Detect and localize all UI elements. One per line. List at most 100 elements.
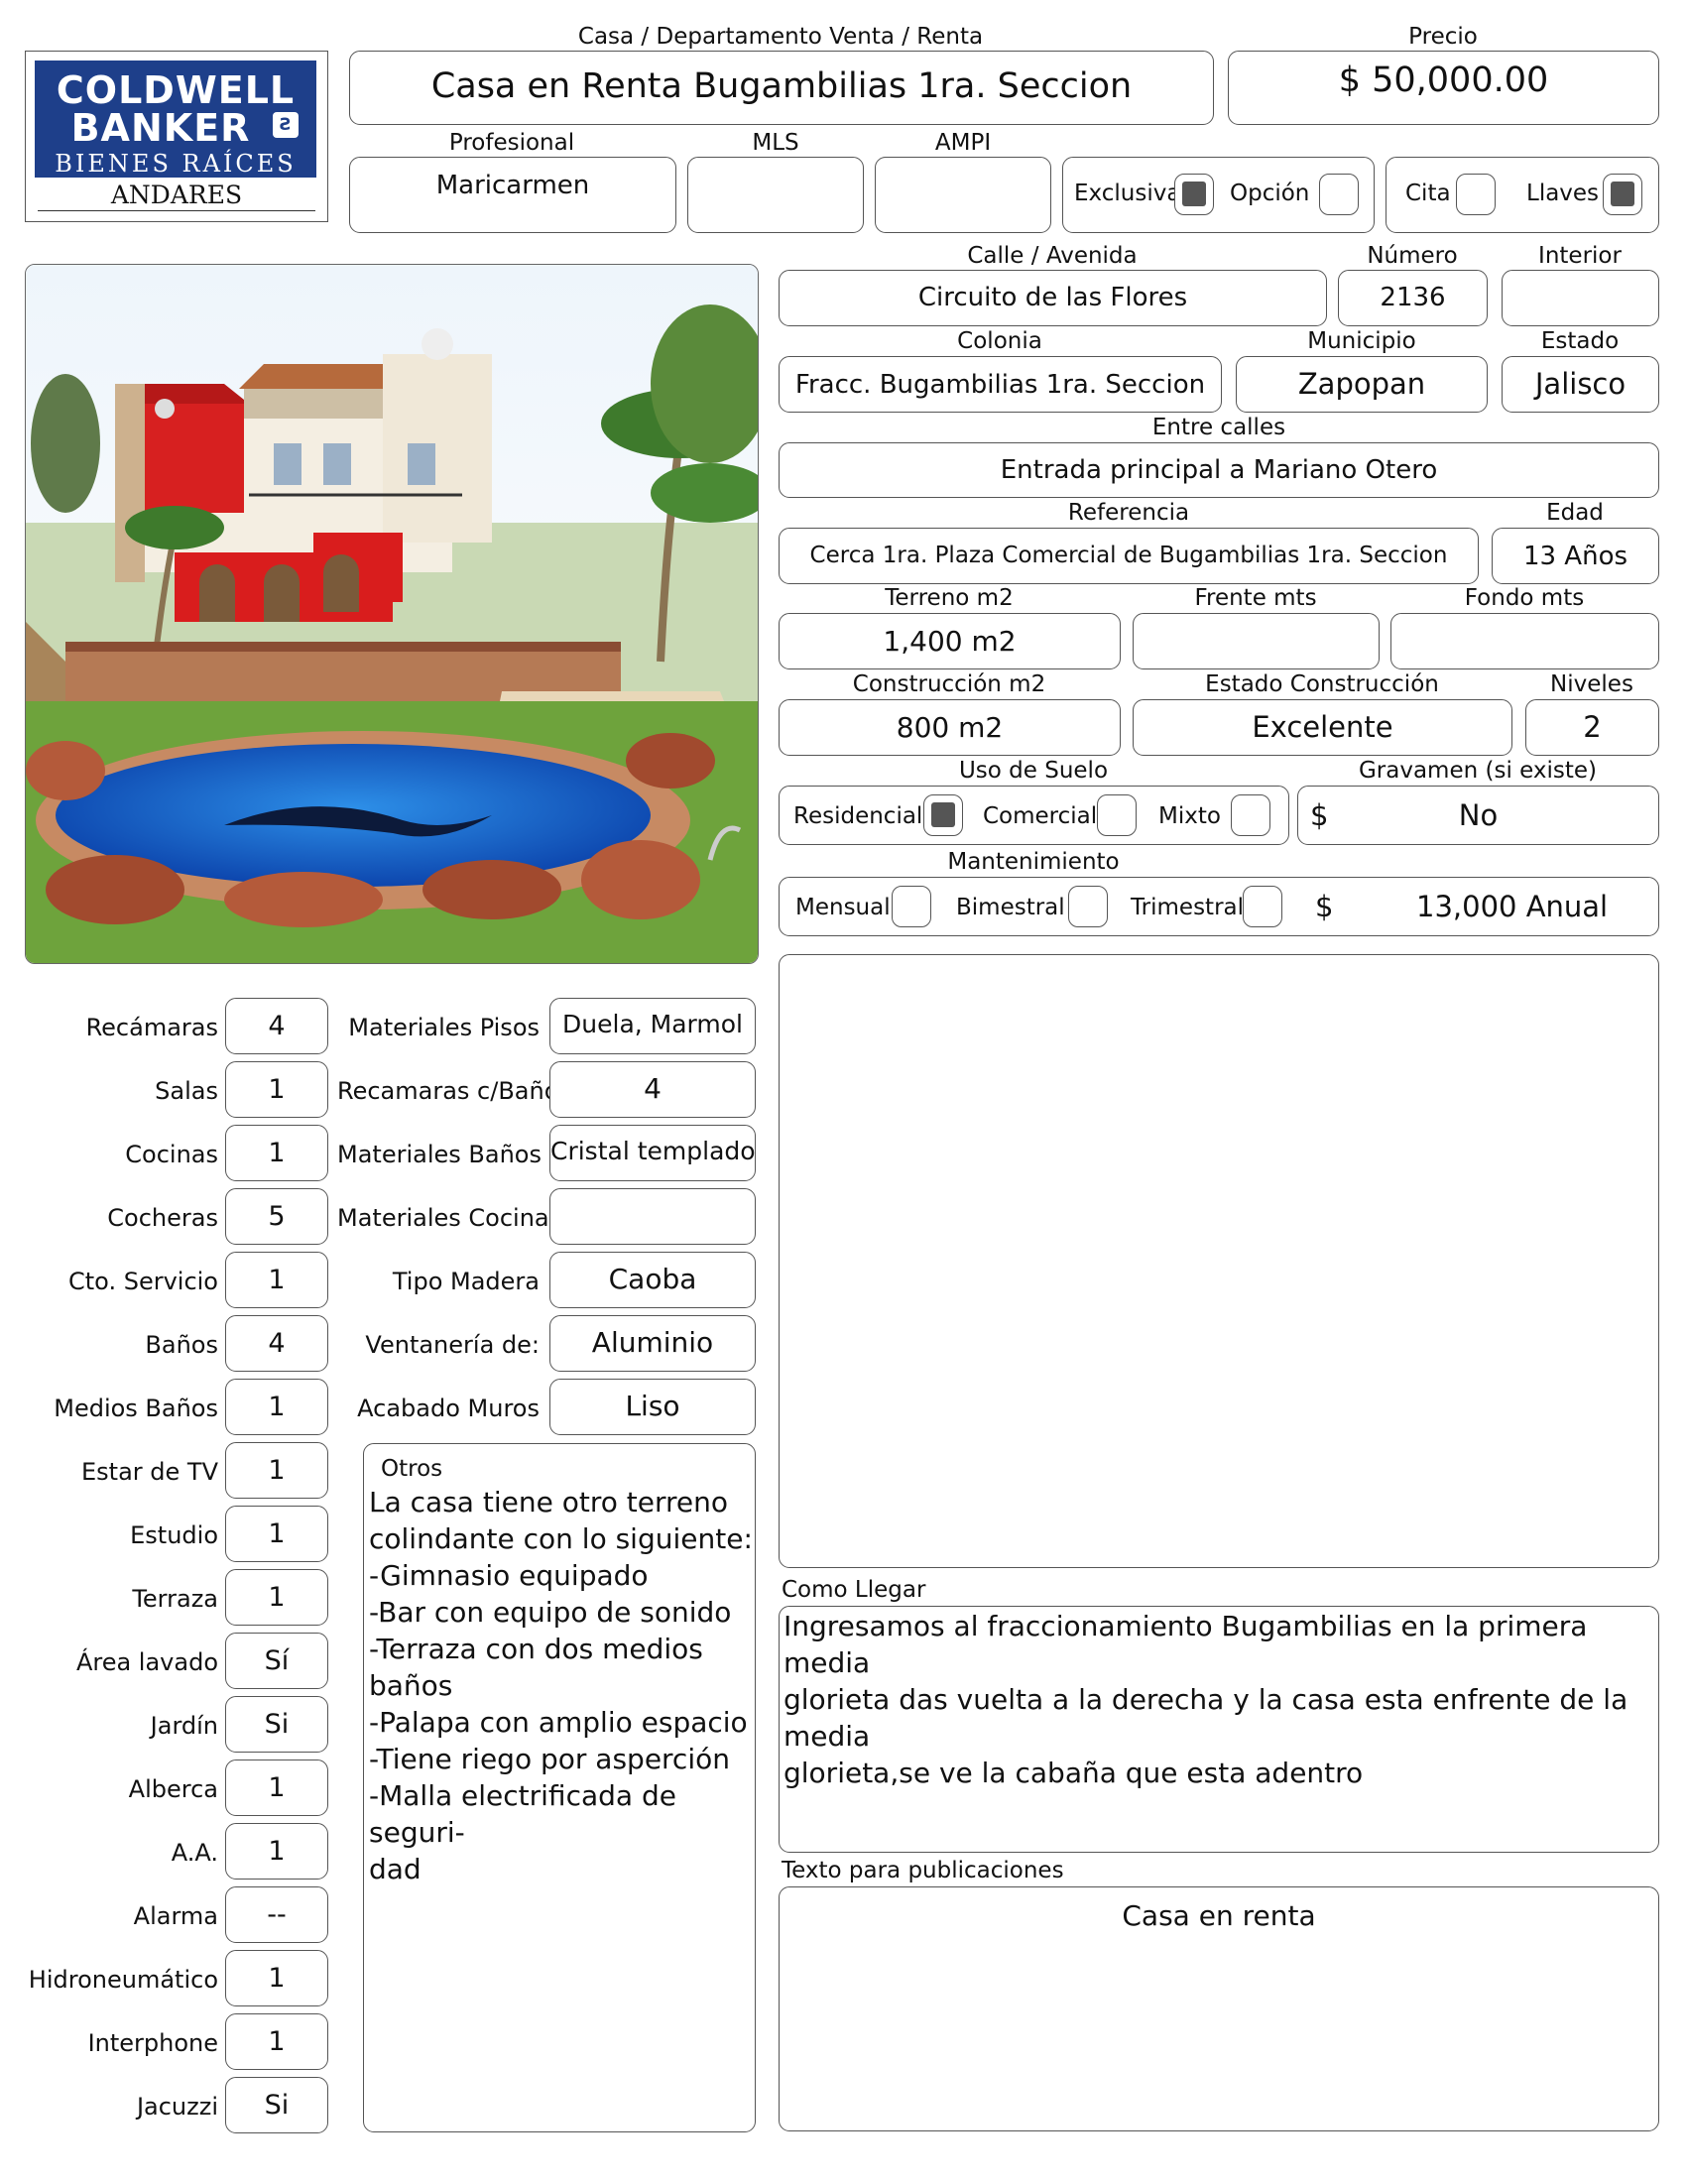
municipio-value: Zapopan <box>1297 367 1426 401</box>
calle-field[interactable]: Circuito de las Flores <box>779 270 1327 326</box>
texto-publicaciones-value: Casa en renta <box>1122 1899 1316 1932</box>
left-field-input[interactable]: 1 <box>225 1950 328 2006</box>
left-field-value: 1 <box>268 1074 286 1105</box>
left-field-label: Cocheras <box>107 1204 218 1232</box>
comercial-label: Comercial <box>983 803 1098 829</box>
left-field-value: 1 <box>268 1836 286 1867</box>
left-field-input[interactable]: Si <box>225 2077 328 2133</box>
comercial-checkbox[interactable] <box>1097 794 1137 836</box>
left-field-label: Jardín <box>150 1712 218 1740</box>
entre-calles-field[interactable]: Entrada principal a Mariano Otero <box>779 442 1659 498</box>
niveles-label: Niveles <box>1550 671 1633 697</box>
texto-publicaciones-field[interactable]: Casa en renta <box>779 1886 1659 2131</box>
frente-field[interactable] <box>1133 613 1380 669</box>
left-field-input[interactable]: 1 <box>225 1569 328 1626</box>
gravamen-field[interactable]: $ No <box>1297 786 1659 845</box>
property-photo <box>25 264 759 964</box>
construccion-value: 800 m2 <box>896 711 1004 744</box>
edad-label: Edad <box>1546 500 1604 526</box>
colonia-field[interactable]: Fracc. Bugambilias 1ra. Seccion <box>779 356 1222 413</box>
left-field-input[interactable]: 1 <box>225 1759 328 1816</box>
estado-construccion-field[interactable]: Excelente <box>1133 699 1512 756</box>
otros-label: Otros <box>381 1456 443 1482</box>
left-field-input[interactable]: 1 <box>225 1061 328 1118</box>
exclusiva-label: Exclusiva <box>1074 181 1181 206</box>
otros-value: La casa tiene otro terreno colindante co… <box>369 1486 753 1885</box>
interior-label: Interior <box>1538 243 1622 269</box>
exclusiva-checkbox[interactable] <box>1174 174 1214 215</box>
interior-field[interactable] <box>1502 270 1659 326</box>
llaves-checkbox[interactable] <box>1603 174 1642 215</box>
como-llegar-field[interactable]: Ingresamos al fraccionamiento Bugambilia… <box>779 1606 1659 1853</box>
mid-field-input[interactable] <box>549 1188 756 1245</box>
left-field-value: Si <box>264 2090 290 2121</box>
mid-field-label: Ventanería de: <box>365 1331 540 1359</box>
left-field-input[interactable]: 1 <box>225 1506 328 1562</box>
left-field-input[interactable]: 1 <box>225 1125 328 1181</box>
ampi-label: AMPI <box>934 130 992 156</box>
como-llegar-label: Como Llegar <box>782 1577 926 1603</box>
terreno-label: Terreno m2 <box>885 585 1014 611</box>
niveles-field[interactable]: 2 <box>1525 699 1659 756</box>
left-field-value: 1 <box>268 1138 286 1168</box>
left-field-input[interactable]: 1 <box>225 1823 328 1880</box>
texto-publicaciones-label: Texto para publicaciones <box>782 1858 1064 1883</box>
mid-field-label: Materiales Pisos <box>348 1014 540 1041</box>
otros-field[interactable]: Otros La casa tiene otro terreno colinda… <box>363 1443 756 2132</box>
opcion-label: Opción <box>1230 181 1310 206</box>
left-field-input[interactable]: 4 <box>225 998 328 1054</box>
profesional-value: Maricarmen <box>435 171 590 200</box>
title-field[interactable]: Casa en Renta Bugambilias 1ra. Seccion <box>349 51 1214 125</box>
mid-field-input[interactable]: Duela, Marmol <box>549 998 756 1054</box>
left-field-label: Terraza <box>132 1585 218 1613</box>
price-value: $ 50,000.00 <box>1338 61 1549 100</box>
mid-field-input[interactable]: Caoba <box>549 1252 756 1308</box>
municipio-field[interactable]: Zapopan <box>1236 356 1488 413</box>
mantenimiento-field[interactable]: Mensual Bimestral Trimestral $ 13,000 An… <box>779 877 1659 936</box>
left-field-input[interactable]: 1 <box>225 1252 328 1308</box>
price-field[interactable]: $ 50,000.00 <box>1228 51 1659 125</box>
mensual-checkbox[interactable] <box>892 886 931 927</box>
residencial-checkbox[interactable] <box>923 794 963 836</box>
cita-llaves-group: Cita Llaves <box>1386 157 1659 233</box>
left-field-label: Estar de TV <box>81 1458 218 1486</box>
referencia-field[interactable]: Cerca 1ra. Plaza Comercial de Bugambilia… <box>779 528 1479 584</box>
estado-field[interactable]: Jalisco <box>1502 356 1659 413</box>
precio-label: Precio <box>1408 24 1478 50</box>
left-field-input[interactable]: 5 <box>225 1188 328 1245</box>
left-field-label: Salas <box>155 1077 218 1105</box>
mid-field-input[interactable]: 4 <box>549 1061 756 1118</box>
left-field-input[interactable]: Sí <box>225 1633 328 1689</box>
opcion-checkbox[interactable] <box>1319 174 1359 215</box>
construccion-field[interactable]: 800 m2 <box>779 699 1121 756</box>
gravamen-value: No <box>1458 798 1499 832</box>
bimestral-checkbox[interactable] <box>1068 886 1108 927</box>
left-field-input[interactable]: 1 <box>225 2013 328 2070</box>
logo-office-name: ANDARES <box>110 181 243 209</box>
notes-box[interactable] <box>779 954 1659 1568</box>
mls-field[interactable] <box>687 157 864 233</box>
left-field-input[interactable]: 1 <box>225 1442 328 1499</box>
mid-field-input[interactable]: Aluminio <box>549 1315 756 1372</box>
left-field-value: 1 <box>268 1963 286 1994</box>
mid-field-value: 4 <box>644 1072 662 1105</box>
calle-value: Circuito de las Flores <box>917 283 1188 312</box>
profesional-field[interactable]: Maricarmen <box>349 157 676 233</box>
mixto-checkbox[interactable] <box>1231 794 1270 836</box>
edad-field[interactable]: 13 Años <box>1492 528 1659 584</box>
fondo-field[interactable] <box>1390 613 1659 669</box>
mid-field-input[interactable]: Cristal templado <box>549 1125 756 1181</box>
left-field-input[interactable]: 1 <box>225 1379 328 1435</box>
mid-field-input[interactable]: Liso <box>549 1379 756 1435</box>
left-field-input[interactable]: Si <box>225 1696 328 1753</box>
terreno-field[interactable]: 1,400 m2 <box>779 613 1121 669</box>
cita-checkbox[interactable] <box>1456 174 1496 215</box>
numero-field[interactable]: 2136 <box>1338 270 1488 326</box>
left-field-input[interactable]: -- <box>225 1886 328 1943</box>
trimestral-checkbox[interactable] <box>1243 886 1282 927</box>
ampi-field[interactable] <box>875 157 1051 233</box>
left-field-label: Hidroneumático <box>28 1966 218 1994</box>
left-field-input[interactable]: 4 <box>225 1315 328 1372</box>
mantenimiento-label: Mantenimiento <box>947 849 1120 875</box>
mid-field-label: Tipo Madera <box>392 1268 540 1295</box>
